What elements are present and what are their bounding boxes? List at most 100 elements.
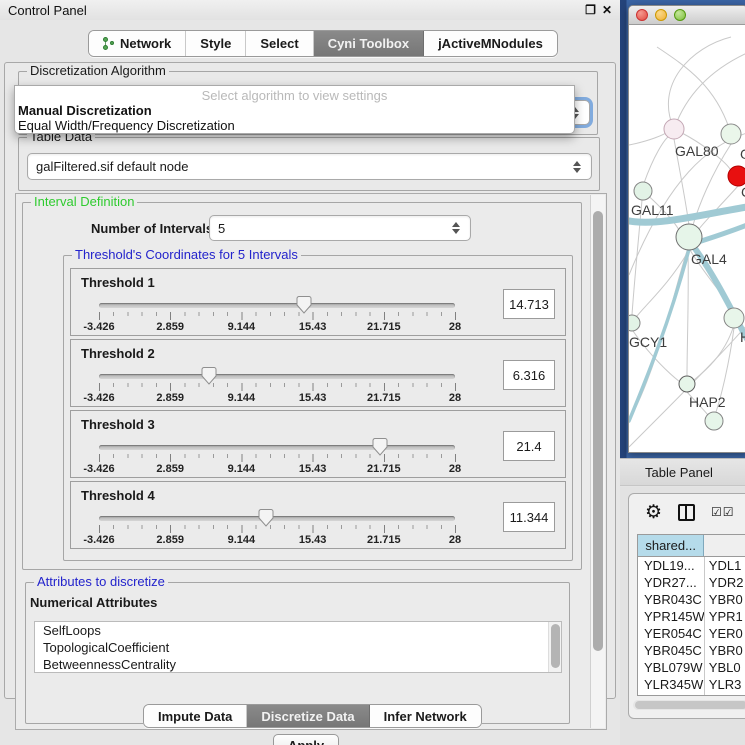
table-row[interactable]: YDR27...YDR2 <box>638 574 745 591</box>
node[interactable] <box>724 308 744 328</box>
split-columns-icon[interactable] <box>678 504 695 521</box>
number-of-intervals-label: Number of Intervals <box>91 221 213 236</box>
settings-scrollbar[interactable] <box>590 195 605 728</box>
table-row[interactable]: YIL052CYIL0 <box>638 693 745 696</box>
popup-option-equal-width[interactable]: Equal Width/Frequency Discretization <box>15 118 574 133</box>
network-canvas[interactable]: GAL80 G C GAL11 GAL4 H GCY1 HAP2 <box>629 25 745 453</box>
slider-tick-labels: -3.426 2.859 9.144 15.43 21.715 28 <box>99 392 455 404</box>
table-panel-titlebar: Table Panel <box>620 458 745 486</box>
table-row[interactable]: YDL19...YDL1 <box>638 557 745 574</box>
control-panel-titlebar: Control Panel ❐ ✕ <box>0 0 620 20</box>
node-gal11[interactable] <box>634 182 652 200</box>
slider-handle[interactable] <box>296 295 312 314</box>
table-row[interactable]: YBR045CYBR0 <box>638 642 745 659</box>
table-data-combobox[interactable]: galFiltered.sif default node <box>27 153 592 180</box>
slider-track[interactable] <box>99 374 455 379</box>
number-of-intervals-combobox[interactable]: 5 <box>209 215 471 241</box>
scrollbar-thumb[interactable] <box>593 211 603 651</box>
tab-label: Discretize Data <box>261 709 354 724</box>
slider-tick-labels: -3.426 2.859 9.144 15.43 21.715 28 <box>99 321 455 333</box>
table-row[interactable]: YER054CYER0 <box>638 625 745 642</box>
node-table-panel: ⚙ ☑☑ shared... n YDL19...YDL1 YDR27...YD… <box>628 493 745 719</box>
threshold-value-field[interactable]: 6.316 <box>503 360 555 390</box>
popup-option-manual[interactable]: Manual Discretization <box>15 103 574 118</box>
list-item[interactable]: TopologicalCoefficient <box>35 639 561 656</box>
top-tab-bar: Network Style Select Cyni Toolbox jActiv… <box>88 30 558 57</box>
combo-value: 5 <box>218 221 225 236</box>
column-header-shared-name[interactable]: shared... <box>638 535 704 556</box>
node-hap2[interactable] <box>679 376 695 392</box>
threshold-slider[interactable]: -3.426 2.859 9.144 15.43 21.715 28 <box>99 368 455 402</box>
tab-network[interactable]: Network <box>89 31 186 56</box>
algorithm-dropdown-popup: Select algorithm to view settings Manual… <box>14 85 575 134</box>
slider-handle[interactable] <box>258 508 274 527</box>
float-window-icon[interactable]: ❐ <box>585 4 596 16</box>
node-gcy1[interactable] <box>629 315 640 331</box>
threshold-label: Threshold 4 <box>81 488 155 503</box>
list-scrollbar[interactable] <box>548 622 561 673</box>
slider-track[interactable] <box>99 303 455 308</box>
node-gal80[interactable] <box>664 119 684 139</box>
combo-value: galFiltered.sif default node <box>36 159 188 174</box>
tab-style[interactable]: Style <box>186 31 246 56</box>
threshold-slider[interactable]: -3.426 2.859 9.144 15.43 21.715 28 <box>99 297 455 331</box>
close-traffic-light-icon[interactable] <box>636 9 648 21</box>
node-label-partial: C <box>741 184 745 200</box>
select-columns-icon[interactable]: ☑☑ <box>711 505 735 519</box>
tab-label: jActiveMNodules <box>438 36 543 51</box>
node-gal4[interactable] <box>676 224 702 250</box>
attributes-group: Attributes to discretize Numerical Attri… <box>25 582 570 724</box>
network-view-window[interactable]: GAL80 G C GAL11 GAL4 H GCY1 HAP2 <box>628 5 745 453</box>
network-tree-icon <box>103 37 115 51</box>
table-panel-title: Table Panel <box>620 465 713 480</box>
threshold-label: Threshold 3 <box>81 417 155 432</box>
tab-impute-data[interactable]: Impute Data <box>144 705 247 727</box>
network-window-titlebar <box>629 6 745 25</box>
threshold-label: Threshold 2 <box>81 346 155 361</box>
tab-infer-network[interactable]: Infer Network <box>370 705 481 727</box>
popup-placeholder: Select algorithm to view settings <box>15 86 574 103</box>
slider-handle[interactable] <box>372 437 388 456</box>
list-item[interactable]: SelfLoops <box>35 622 561 639</box>
threshold-slider[interactable]: -3.426 2.859 9.144 15.43 21.715 28 <box>99 439 455 473</box>
table-row[interactable]: YLR345WYLR3 <box>638 676 745 693</box>
tab-label: Cyni Toolbox <box>328 36 409 51</box>
slider-track[interactable] <box>99 445 455 450</box>
node-table[interactable]: shared... n YDL19...YDL1 YDR27...YDR2 YB… <box>637 534 745 696</box>
numerical-attributes-list[interactable]: SelfLoops TopologicalCoefficient Between… <box>34 621 562 673</box>
slider-handle[interactable] <box>201 366 217 385</box>
threshold-value-field[interactable]: 21.4 <box>503 431 555 461</box>
table-row[interactable]: YBR043CYBR0 <box>638 591 745 608</box>
tab-label: Style <box>200 36 231 51</box>
threshold-value-field[interactable]: 11.344 <box>503 502 555 532</box>
node-selected-red[interactable] <box>728 166 745 186</box>
threshold-value-field[interactable]: 14.713 <box>503 289 555 319</box>
table-horizontal-scrollbar[interactable] <box>633 700 745 710</box>
group-title: Interval Definition <box>31 195 137 209</box>
slider-ticks <box>99 454 456 462</box>
scrollbar-thumb[interactable] <box>635 701 745 709</box>
apply-button[interactable]: Apply <box>273 734 339 745</box>
column-header-name[interactable]: n <box>704 535 745 556</box>
gear-icon[interactable]: ⚙ <box>645 503 662 522</box>
control-panel: Control Panel ❐ ✕ Network Style Select C… <box>0 0 620 745</box>
threshold-slider[interactable]: -3.426 2.859 9.144 15.43 21.715 28 <box>99 510 455 544</box>
close-icon[interactable]: ✕ <box>602 4 612 16</box>
zoom-traffic-light-icon[interactable] <box>674 9 686 21</box>
numerical-attributes-label: Numerical Attributes <box>30 595 157 610</box>
table-row[interactable]: YBL079WYBL0 <box>638 659 745 676</box>
tab-select[interactable]: Select <box>246 31 313 56</box>
tab-discretize-data[interactable]: Discretize Data <box>247 705 369 727</box>
tab-cyni-toolbox[interactable]: Cyni Toolbox <box>314 31 424 56</box>
list-item[interactable]: BetweennessCentrality <box>35 656 561 673</box>
node[interactable] <box>705 412 723 430</box>
tab-label: Select <box>260 36 298 51</box>
node-label-partial: H <box>740 329 745 345</box>
minimize-traffic-light-icon[interactable] <box>655 9 667 21</box>
threshold-panel: Threshold 1 -3.426 2.859 9.144 15.43 21.… <box>70 268 566 336</box>
tab-jactivemnodules[interactable]: jActiveMNodules <box>424 31 557 56</box>
node[interactable] <box>721 124 741 144</box>
slider-track[interactable] <box>99 516 455 521</box>
table-row[interactable]: YPR145WYPR1 <box>638 608 745 625</box>
panel-title: Control Panel <box>0 3 87 18</box>
